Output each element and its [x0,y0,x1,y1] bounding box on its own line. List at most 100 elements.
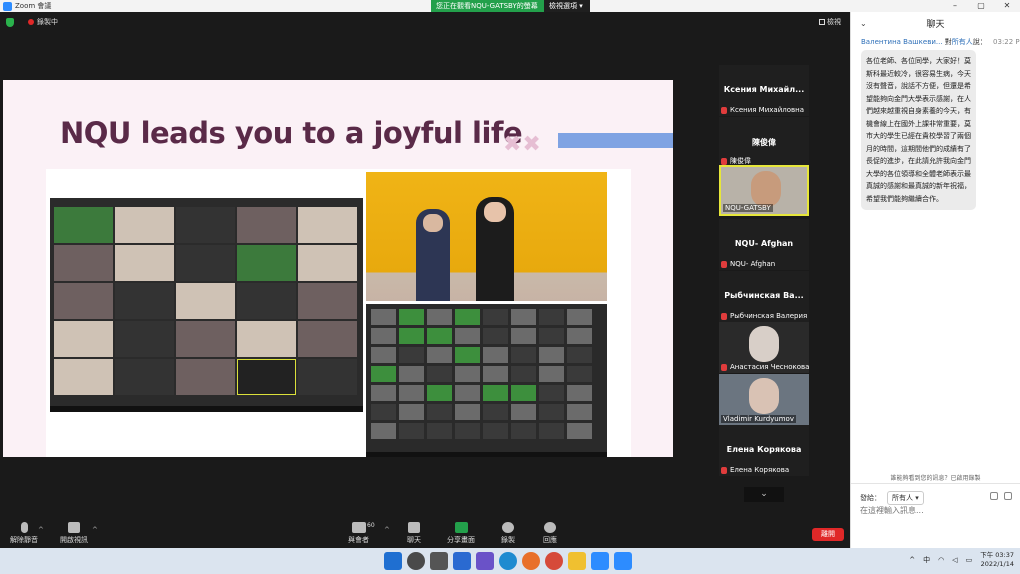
chat-recipient: 所有人 [951,38,973,46]
teams-chat-icon[interactable] [476,552,494,570]
record-icon [502,522,514,533]
send-to-dropdown[interactable]: 所有人 ▾ [887,491,924,505]
shield-icon[interactable] [6,17,14,27]
clock-time: 下午 03:37 [980,551,1014,559]
search-icon[interactable] [407,552,425,570]
gallery-thumb [54,283,113,319]
slide-photo-two-students [366,172,607,301]
gallery-thumb [539,347,564,363]
participant-tile[interactable]: Рыбчинская Ва... Рыбчинская Валерия [719,271,809,322]
share-screen-button[interactable]: 分享畫面 [447,522,475,545]
view-toggle-button[interactable]: 檢視 [819,17,841,27]
gallery-thumb [427,328,452,344]
reactions-button[interactable]: 回應 [543,522,557,545]
gallery-thumb [427,347,452,363]
gallery-thumb [298,245,357,281]
battery-icon[interactable]: ▭ [966,556,973,564]
chat-visibility-note[interactable]: 誰能夠看到您的訊息？已啟用錄製 [851,473,1020,482]
start-video-button[interactable]: 開啟視訊 [60,522,88,545]
record-button[interactable]: 錄製 [501,522,515,545]
edge-icon[interactable] [499,552,517,570]
gallery-thumb [399,328,424,344]
window-title-bar: Zoom 會議 您正在觀看NQU-GATSBY的螢幕 檢視選項 ▾ – ▢ ✕ [0,0,1020,12]
participant-tile[interactable]: Ксения Михайл... Ксения Михайловна [719,65,809,116]
photo-face [423,214,443,232]
windows-start-icon[interactable] [384,552,402,570]
view-options-button[interactable]: 檢視選項 ▾ [544,0,590,12]
chrome-icon[interactable] [545,552,563,570]
mic-muted-icon [721,260,727,268]
gallery-thumb [237,245,296,281]
volume-icon[interactable]: ◁ [952,556,957,564]
participants-count: 60 [367,522,375,529]
file-explorer-icon[interactable] [568,552,586,570]
chat-message-input[interactable] [860,506,1010,515]
chat-title: 聊天 [926,20,945,30]
camera-off-icon [68,522,80,533]
zoom-meeting-taskbar-icon[interactable] [614,552,632,570]
maximize-icon[interactable]: ▢ [968,0,994,12]
gallery-thumb [237,283,296,319]
view-label: 檢視 [827,18,841,26]
clock-date: 2022/1/14 [980,560,1014,568]
strip-scroll-down-button[interactable]: ⌄ [744,487,784,502]
gallery-thumb [455,404,480,420]
gallery-thumb [511,309,536,325]
taskbar-clock[interactable]: 下午 03:37 2022/1/14 [980,551,1014,569]
gallery-thumb [483,366,508,382]
audio-options-caret[interactable]: ^ [38,526,44,534]
participant-video [749,378,779,414]
participants-icon [351,522,366,533]
participant-tile[interactable]: NQU- Afghan NQU- Afghan [719,219,809,270]
participant-display-name: Елена Корякова [726,445,802,454]
recording-label: 錄製中 [37,18,58,26]
chevron-up-icon[interactable]: ^ [909,556,915,564]
meeting-toolbar: 解除靜音 ^ 開啟視訊 ^ 與會者 60 ^ 聊天 分享畫面 錄製 回應 離開 [0,518,850,548]
gallery-thumb [455,309,480,325]
widgets-icon[interactable] [453,552,471,570]
share-banner-message: 您正在觀看NQU-GATSBY的螢幕 [431,0,544,12]
gallery-thumb [455,328,480,344]
gallery-thumb [176,321,235,357]
gallery-thumb [511,328,536,344]
more-options-icon[interactable] [1004,492,1012,500]
participant-name: Vladimir Kurdyumov [723,415,794,423]
participant-name: NQU-GATSBY [725,204,771,212]
share-banner: 您正在觀看NQU-GATSBY的螢幕 檢視選項 ▾ [431,0,590,12]
recording-indicator: 錄製中 [6,17,58,27]
gallery-thumb [539,404,564,420]
firefox-icon[interactable] [522,552,540,570]
gallery-thumb [427,423,452,439]
chat-sender[interactable]: Валентина Вашкеви... [861,38,943,46]
gallery-thumb [399,309,424,325]
gallery-thumb [371,309,396,325]
participants-options-caret[interactable]: ^ [384,526,390,534]
participant-video [751,171,781,207]
participants-button[interactable]: 與會者 [348,522,369,545]
leave-button[interactable]: 離開 [812,528,844,541]
slide-decor-crosses: ✖✖ [503,132,542,157]
gallery-thumb [371,385,396,401]
zoom-taskbar-icon[interactable] [591,552,609,570]
gallery-thumb [427,366,452,382]
file-icon[interactable] [990,492,998,500]
chat-button[interactable]: 聊天 [407,522,421,545]
participant-tile-active-speaker[interactable]: NQU-GATSBY [719,165,809,216]
ime-indicator[interactable]: 中 [923,555,930,565]
participant-tile[interactable]: Анастасия Чеснокова [719,322,809,373]
gallery-toolbar [50,406,363,412]
minimize-icon[interactable]: – [942,0,968,12]
system-tray: ^ 中 ◠ ◁ ▭ 下午 03:37 2022/1/14 [909,551,1014,569]
task-view-icon[interactable] [430,552,448,570]
gallery-thumb [298,207,357,243]
wifi-icon[interactable]: ◠ [938,556,944,564]
participant-tile[interactable]: 陳俊偉 陳俊偉 [719,117,809,168]
participant-tile[interactable]: Елена Корякова Елена Корякова [719,425,809,476]
gallery-thumb [483,347,508,363]
send-to-row: 發給： 所有人 ▾ [860,491,924,505]
close-icon[interactable]: ✕ [994,0,1020,12]
video-options-caret[interactable]: ^ [92,526,98,534]
unmute-button[interactable]: 解除靜音 [10,522,38,545]
chat-message-bubble: 各位老師、各位同學，大家好！莫斯科最近較冷，很容易生病，今天沒有聲音，說話不方便… [861,50,976,210]
participant-tile[interactable]: Vladimir Kurdyumov [719,374,809,425]
